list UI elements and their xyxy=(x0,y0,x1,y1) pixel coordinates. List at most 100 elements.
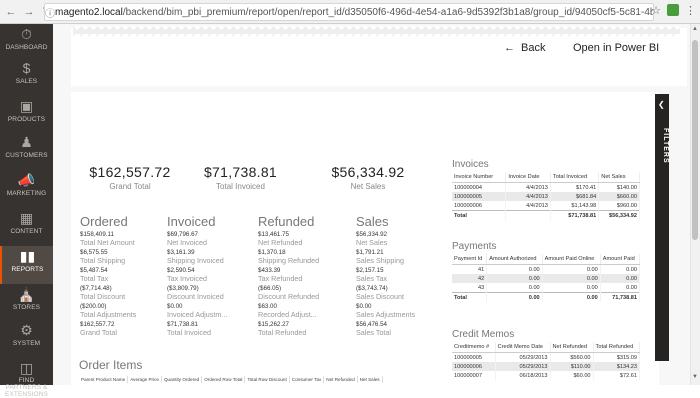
column-header[interactable]: Consumer Tax xyxy=(289,376,325,383)
sidebar-item-marketing[interactable]: 📣 MARKETING xyxy=(0,170,53,208)
column-header[interactable]: Invoice Date xyxy=(505,172,551,183)
table-cell: $170.41 xyxy=(550,182,600,192)
table-total-cell: $56,334.92 xyxy=(598,210,640,220)
table-row[interactable]: 100000005 4/4/2013 $681.84 $660.00 xyxy=(452,192,640,201)
sidebar-item-find[interactable]: ◫ FIND PARTNERS & EXTENSIONS xyxy=(0,360,53,398)
column-header[interactable]: Parent Product Name xyxy=(79,376,129,383)
kpi-value: $56,334.92 xyxy=(331,164,405,180)
kpi-label: Total Invoiced xyxy=(216,182,265,191)
table-row[interactable]: 42 0.00 0.00 0.00 xyxy=(452,274,641,283)
browser-toolbar: ← → ↻ ⓘ magento2.local/backend/bim_pbi_p… xyxy=(0,0,700,24)
column-header[interactable]: Total Refunded xyxy=(593,342,641,353)
table-row[interactable]: 100000006 4/4/2013 $1,143.98 $960.00 xyxy=(452,201,640,211)
summary-ordered: Ordered $158,409.11 Total Net Amount $6,575… xyxy=(80,214,165,339)
store-icon: ⛪ xyxy=(17,285,36,302)
table-total-cell: 71,738.81 xyxy=(600,292,641,302)
summary-label: Total Adjustments xyxy=(80,310,137,319)
back-label: Back xyxy=(521,42,546,54)
sidebar-item-stores[interactable]: ⛪ STORES xyxy=(0,284,53,322)
sidebar-item-label: SALES xyxy=(15,78,38,85)
table-total-row: Total 0.00 0.00 71,738.81 xyxy=(452,292,641,302)
table-row[interactable]: 100000004 4/4/2013 $170.41 $140.00 xyxy=(452,182,640,192)
summary-label: Sales Tax xyxy=(356,274,388,283)
scroll-up-icon[interactable]: ▲ xyxy=(690,26,700,36)
column-header[interactable]: Average Price xyxy=(127,376,162,383)
extension-icon[interactable] xyxy=(667,4,679,16)
summary-value: $13,461.75 xyxy=(258,231,289,238)
column-header[interactable]: Quantity Ordered xyxy=(161,376,203,383)
table-cell: 42 xyxy=(452,274,488,283)
column-header[interactable]: Invoice Number xyxy=(452,172,507,183)
table-cell: 4/4/2013 xyxy=(505,201,551,211)
table-cell: $315.09 xyxy=(593,352,641,362)
summary-label: Discount Refunded xyxy=(258,292,320,301)
summary-label: Net Invoiced xyxy=(167,238,207,247)
table-row[interactable]: 100000007 06/18/2013 $60.00 $72.61 xyxy=(452,371,641,380)
scrollbar-thumb[interactable] xyxy=(692,40,698,240)
box-icon: ▣ xyxy=(19,97,34,114)
column-header[interactable]: Amount Paid xyxy=(600,254,641,265)
table-cell: $960.00 xyxy=(598,201,640,211)
address-bar[interactable]: ⓘ magento2.local/backend/bim_pbi_premium… xyxy=(44,3,654,21)
table-row[interactable]: 100000005 05/29/2013 $560.00 $315.09 xyxy=(452,352,641,362)
kpi-net-sales: $56,334.92 Net Sales xyxy=(318,164,418,191)
summary-label: Tax Refunded xyxy=(258,274,303,283)
filters-label[interactable]: FILTERS xyxy=(655,128,669,164)
column-header[interactable]: Creditmemo # xyxy=(452,342,496,353)
summary-value: $0.00 xyxy=(167,303,183,310)
table-cell: $560.00 xyxy=(550,352,594,362)
chevron-left-icon[interactable]: ❮ xyxy=(658,100,665,109)
report-header xyxy=(71,28,687,86)
column-header[interactable]: Ordered Row Total xyxy=(201,376,246,383)
sidebar-item-customers[interactable]: ♟ CUSTOMERS xyxy=(0,132,53,170)
admin-sidebar: ⏱ DASHBOARD $ SALES ▣ PRODUCTS ♟ CUSTOMERS 📣 MARK… xyxy=(0,24,53,398)
column-header[interactable]: Net Sales xyxy=(598,172,640,183)
person-icon: ♟ xyxy=(20,133,33,150)
scroll-down-icon[interactable]: ▼ xyxy=(690,374,700,384)
sidebar-item-sales[interactable]: $ SALES xyxy=(0,58,53,96)
table-row[interactable]: 41 0.00 0.00 0.00 xyxy=(452,264,641,274)
column-header[interactable]: Amount Paid Online xyxy=(542,254,601,265)
sidebar-item-system[interactable]: ⚙ SYSTEM xyxy=(0,320,53,358)
sidebar-item-dashboard[interactable]: ⏱ DASHBOARD xyxy=(0,24,53,62)
summary-value: $0.00 xyxy=(356,303,372,310)
sidebar-item-label: MARKETING xyxy=(6,190,47,197)
back-button[interactable]: ← Back xyxy=(504,42,545,54)
table-total-cell xyxy=(505,210,551,220)
star-icon[interactable]: ☆ xyxy=(651,4,661,17)
summary-heading: Ordered xyxy=(80,214,128,229)
sidebar-item-content[interactable]: ▦ CONTENT xyxy=(0,208,53,246)
summary-label: Sales Shipping xyxy=(356,256,404,265)
table-row[interactable]: 43 0.00 0.00 0.00 xyxy=(452,283,641,293)
column-header[interactable]: Net Refunded xyxy=(550,342,594,353)
menu-icon[interactable]: ⋮ xyxy=(685,4,696,17)
back-arrow-icon[interactable]: ← xyxy=(4,5,18,19)
column-header[interactable]: Credit Memo Date xyxy=(495,342,551,353)
column-header[interactable]: Net Refunded xyxy=(323,376,358,383)
puzzle-icon: ◫ xyxy=(19,360,34,376)
browser-actions: ☆ ⋮ xyxy=(651,4,696,17)
summary-value: $6,575.55 xyxy=(80,249,108,256)
table-cell: 0.00 xyxy=(542,274,601,283)
summary-value: $2,157.15 xyxy=(356,267,384,274)
column-header[interactable]: Total Row Discount xyxy=(244,376,290,383)
summary-value: $63.00 xyxy=(258,303,277,310)
kpi-label: Grand Total xyxy=(109,182,151,191)
table-cell: $110.00 xyxy=(550,362,594,371)
summary-sales: Sales $56,334.92 Net Sales $1,791.21 Sales S… xyxy=(356,214,441,339)
column-header[interactable]: Total Invoiced xyxy=(550,172,600,183)
table-cell: $134.23 xyxy=(593,362,641,371)
table-row[interactable]: 100000006 05/29/2013 $110.00 $134.23 xyxy=(452,362,641,371)
summary-label: Shipping Invoiced xyxy=(167,256,224,265)
column-header[interactable]: Amount Authorized xyxy=(486,254,543,265)
sidebar-item-label: FIND PARTNERS & EXTENSIONS xyxy=(5,377,48,398)
open-in-powerbi-button[interactable]: Open in Power BI xyxy=(573,42,659,54)
sidebar-item-label: REPORTS xyxy=(11,266,44,273)
column-header[interactable]: Net Sales xyxy=(357,376,383,383)
forward-arrow-icon[interactable]: → xyxy=(22,5,36,19)
sidebar-item-reports[interactable]: ▮▮ REPORTS xyxy=(0,246,53,284)
info-icon[interactable]: ⓘ xyxy=(45,5,55,20)
sidebar-item-products[interactable]: ▣ PRODUCTS xyxy=(0,96,53,134)
summary-value: $1,370.18 xyxy=(258,249,286,256)
column-header[interactable]: Payment Id xyxy=(452,254,488,265)
